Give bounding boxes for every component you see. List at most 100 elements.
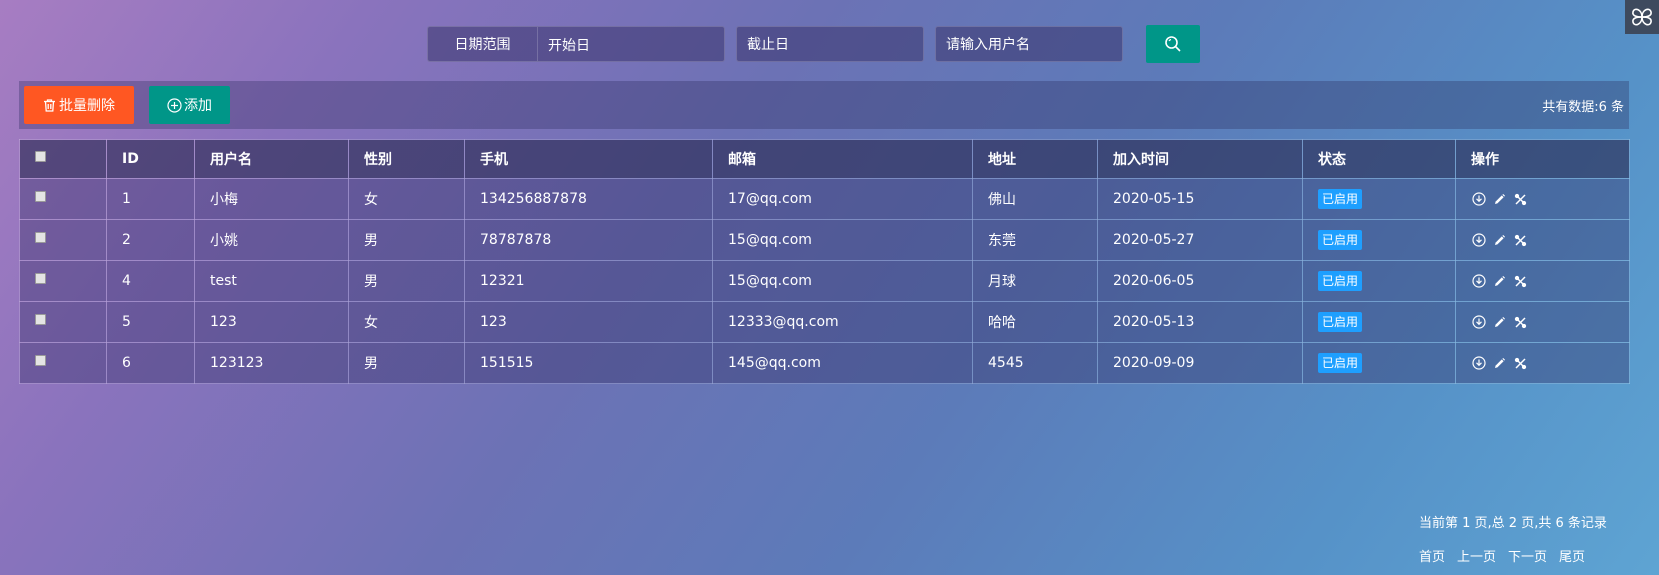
cell-status: 已启用 <box>1302 260 1456 302</box>
add-button[interactable]: 添加 <box>149 86 230 124</box>
cell-id: 2 <box>106 219 195 261</box>
column-header-id[interactable]: ID <box>106 139 195 179</box>
cell-actions <box>1455 178 1630 220</box>
cell-email: 145@qq.com <box>712 342 973 384</box>
change-password-icon[interactable] <box>1513 274 1528 289</box>
cell-email: 12333@qq.com <box>712 301 973 343</box>
start-date-input[interactable]: 开始日 <box>538 27 724 63</box>
table-row: 5 123 女 123 12333@qq.com 哈哈 2020-05-13 已启用 <box>19 301 1630 343</box>
cell-id: 4 <box>106 260 195 302</box>
cell-phone: 151515 <box>464 342 713 384</box>
disable-icon[interactable] <box>1471 233 1486 248</box>
cell-id: 5 <box>106 301 195 343</box>
table-row: 4 test 男 12321 15@qq.com 月球 2020-06-05 已启用 <box>19 260 1630 302</box>
row-checkbox[interactable] <box>35 354 46 366</box>
change-password-icon[interactable] <box>1513 356 1528 371</box>
page-last-link[interactable]: 尾页 <box>1559 546 1585 565</box>
disable-icon[interactable] <box>1471 274 1486 289</box>
row-select-cell <box>19 260 107 302</box>
change-password-icon[interactable] <box>1513 233 1528 248</box>
trash-icon <box>44 98 55 112</box>
batch-delete-label: 批量删除 <box>59 98 115 114</box>
date-range-label: 日期范围 <box>428 27 538 61</box>
status-badge[interactable]: 已启用 <box>1318 312 1363 332</box>
add-label: 添加 <box>184 98 212 114</box>
cell-address: 4545 <box>972 342 1098 384</box>
cell-gender: 女 <box>348 178 465 220</box>
username-search-input[interactable]: 请输入用户名 <box>935 26 1123 62</box>
row-checkbox[interactable] <box>35 190 46 202</box>
edit-icon[interactable] <box>1492 192 1507 207</box>
row-checkbox[interactable] <box>35 272 46 284</box>
end-date-input[interactable]: 截止日 <box>736 26 924 62</box>
add-circle-icon <box>167 97 182 113</box>
cell-id: 1 <box>106 178 195 220</box>
cell-gender: 男 <box>348 260 465 302</box>
cell-username: 小姚 <box>194 219 349 261</box>
cell-joined: 2020-05-13 <box>1097 301 1303 343</box>
column-header-username[interactable]: 用户名 <box>194 139 349 179</box>
cell-status: 已启用 <box>1302 219 1456 261</box>
cell-address: 东莞 <box>972 219 1098 261</box>
disable-icon[interactable] <box>1471 356 1486 371</box>
edit-icon[interactable] <box>1492 356 1507 371</box>
row-checkbox[interactable] <box>35 313 46 325</box>
date-range-group: 日期范围 开始日 <box>427 26 725 62</box>
column-header-gender[interactable]: 性别 <box>348 139 465 179</box>
app-logo-icon[interactable] <box>1625 0 1659 34</box>
column-header-joined[interactable]: 加入时间 <box>1097 139 1303 179</box>
pagination-info: 当前第 1 页,总 2 页,共 6 条记录 <box>1419 516 1607 531</box>
search-button[interactable] <box>1146 25 1200 63</box>
row-select-cell <box>19 301 107 343</box>
cell-actions <box>1455 342 1630 384</box>
search-bar: 日期范围 开始日 截止日 请输入用户名 <box>427 25 1200 63</box>
page-prev-link[interactable]: 上一页 <box>1457 546 1496 565</box>
disable-icon[interactable] <box>1471 315 1486 330</box>
column-header-email[interactable]: 邮箱 <box>712 139 973 179</box>
toolbar: 批量删除 添加 共有数据:6 条 <box>19 81 1629 129</box>
column-header-phone[interactable]: 手机 <box>464 139 713 179</box>
cell-actions <box>1455 301 1630 343</box>
cell-phone: 123 <box>464 301 713 343</box>
status-badge[interactable]: 已启用 <box>1318 230 1363 250</box>
disable-icon[interactable] <box>1471 192 1486 207</box>
cell-status: 已启用 <box>1302 301 1456 343</box>
column-header-actions: 操作 <box>1455 139 1630 179</box>
cell-status: 已启用 <box>1302 342 1456 384</box>
table-row: 6 123123 男 151515 145@qq.com 4545 2020-09-09 已启… <box>19 342 1630 384</box>
cell-address: 哈哈 <box>972 301 1098 343</box>
total-count: 共有数据:6 条 <box>1542 99 1624 115</box>
cell-id: 6 <box>106 342 195 384</box>
table-header-row: ID 用户名 性别 手机 邮箱 地址 加入时间 状态 操作 <box>19 139 1630 179</box>
row-select-cell <box>19 219 107 261</box>
edit-icon[interactable] <box>1492 274 1507 289</box>
row-actions <box>1471 356 1614 371</box>
cell-phone: 12321 <box>464 260 713 302</box>
change-password-icon[interactable] <box>1513 192 1528 207</box>
search-icon <box>1165 36 1181 52</box>
change-password-icon[interactable] <box>1513 315 1528 330</box>
cell-email: 17@qq.com <box>712 178 973 220</box>
table-row: 2 小姚男 78787878 15@qq.com 东莞 2020-05-27 已启用 <box>19 219 1630 261</box>
row-checkbox[interactable] <box>35 231 46 243</box>
row-select-cell <box>19 178 107 220</box>
column-header-status[interactable]: 状态 <box>1302 139 1456 179</box>
cell-address: 月球 <box>972 260 1098 302</box>
page-next-link[interactable]: 下一页 <box>1508 546 1547 565</box>
select-all-cell <box>19 139 107 179</box>
row-select-cell <box>19 342 107 384</box>
batch-delete-button[interactable]: 批量删除 <box>24 86 134 124</box>
cell-joined: 2020-06-05 <box>1097 260 1303 302</box>
cell-gender: 男 <box>348 219 465 261</box>
status-badge[interactable]: 已启用 <box>1318 353 1363 373</box>
cell-username: 123123 <box>194 342 349 384</box>
status-badge[interactable]: 已启用 <box>1318 189 1363 209</box>
select-all-checkbox[interactable] <box>35 150 46 162</box>
status-badge[interactable]: 已启用 <box>1318 271 1363 291</box>
row-actions <box>1471 192 1614 207</box>
edit-icon[interactable] <box>1492 233 1507 248</box>
edit-icon[interactable] <box>1492 315 1507 330</box>
cell-actions <box>1455 219 1630 261</box>
page-first-link[interactable]: 首页 <box>1419 546 1445 565</box>
column-header-address[interactable]: 地址 <box>972 139 1098 179</box>
